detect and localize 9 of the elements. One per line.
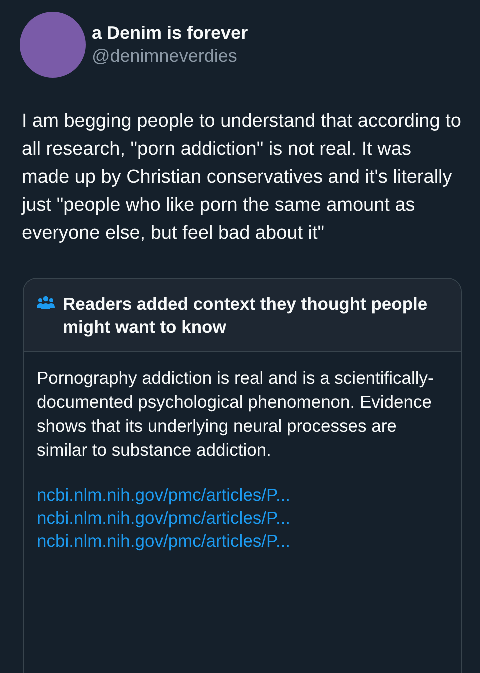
tweet-text: I am begging people to understand that according to all research, "porn addiction" is not real. It was made up by Christian conservatives and it's literally just "people who like porn the same amount as everyone else, but feel bad about it" [22,110,462,246]
note-text: Pornography addiction is real and is a scientifically-documented psychological phenomenon. Evidence shows that its underlying neural processes are similar to substance addiction. [37,367,435,462]
source-link[interactable]: ncbi.nlm.nih.gov/pmc/articles/P... [37,530,447,553]
user-handle: @denimneverdies [92,46,238,67]
note-title: Readers added context they thought people might want to know [63,293,429,339]
source-link[interactable]: ncbi.nlm.nih.gov/pmc/articles/P... [37,484,447,507]
display-name: a Denim is forever [92,23,248,44]
source-link[interactable]: ncbi.nlm.nih.gov/pmc/articles/P... [37,507,447,530]
people-icon [37,296,55,310]
